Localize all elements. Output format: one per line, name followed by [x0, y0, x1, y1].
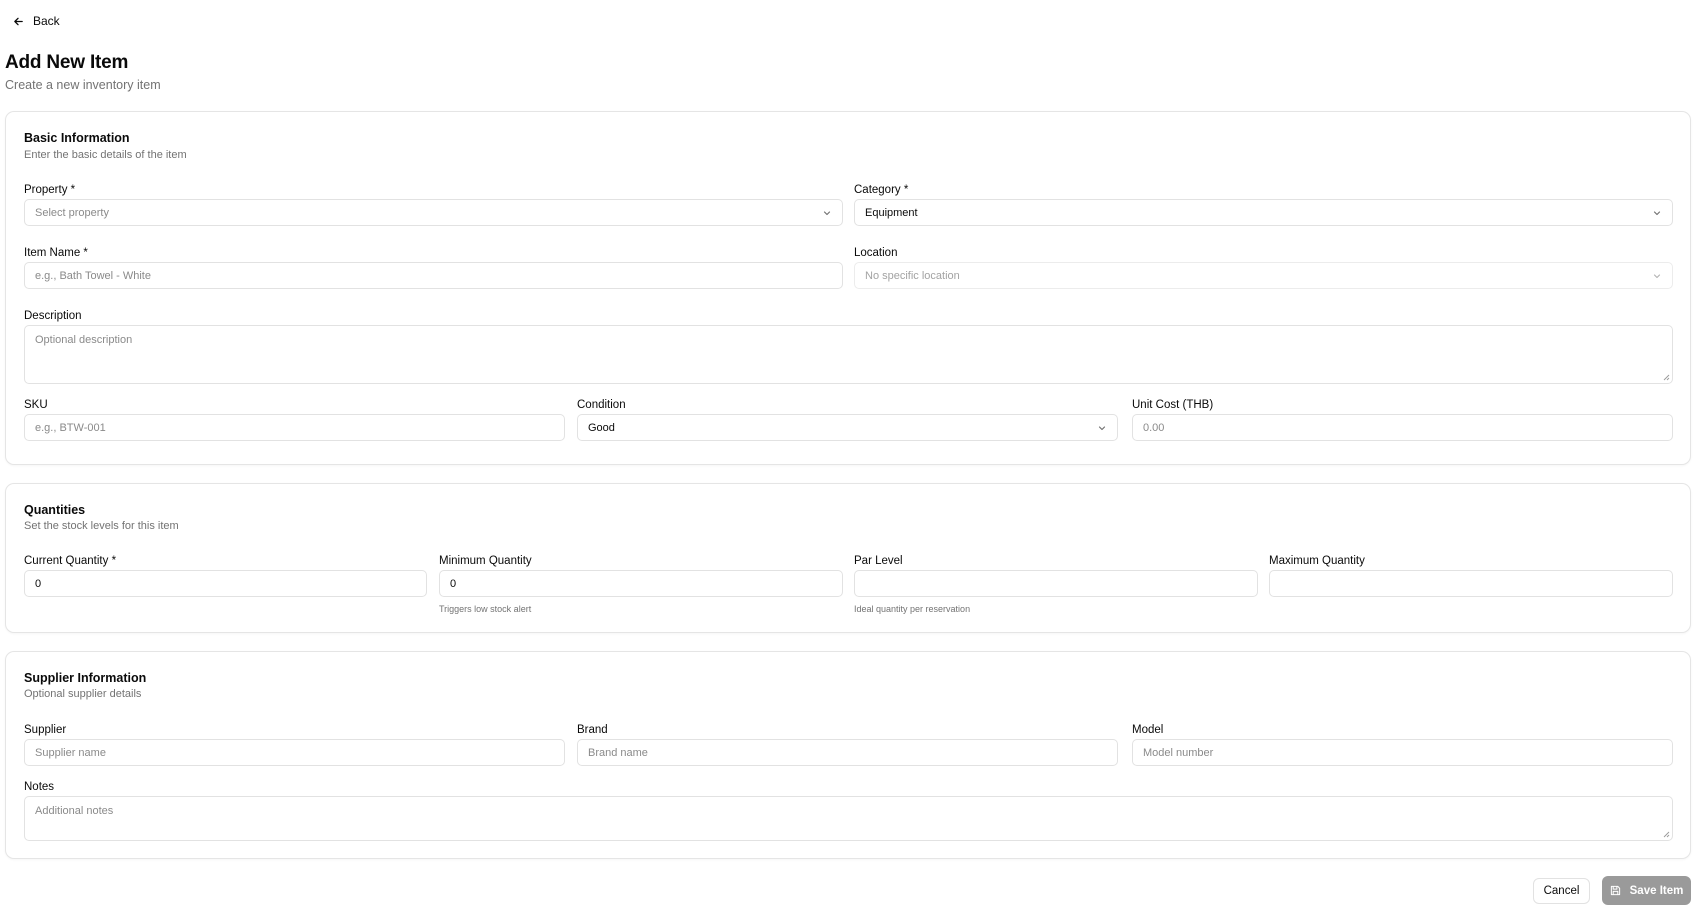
supplier-input[interactable]: Supplier name [24, 739, 565, 766]
property-select-value: Select property [35, 206, 109, 219]
current-quantity-label: Current Quantity * [24, 555, 117, 567]
card-title: Basic Information [24, 131, 130, 145]
unit-cost-label: Unit Cost (THB) [1132, 399, 1214, 411]
back-label: Back [33, 14, 60, 28]
par-level-input[interactable] [854, 570, 1258, 597]
chevron-down-icon [823, 210, 831, 215]
sku-label: SKU [24, 399, 48, 411]
category-select-value: Equipment [865, 206, 918, 219]
supplier-information-card: Supplier Information Optional supplier d… [5, 651, 1691, 859]
supplier-placeholder: Supplier name [35, 746, 106, 759]
page-subtitle: Create a new inventory item [5, 78, 161, 92]
card-description: Set the stock levels for this item [24, 520, 179, 532]
card-description: Enter the basic details of the item [24, 149, 187, 161]
current-quantity-value: 0 [35, 577, 42, 590]
chevron-down-icon [1653, 273, 1661, 278]
item-name-placeholder: e.g., Bath Towel - White [35, 269, 151, 282]
back-link[interactable]: Back [13, 12, 60, 30]
location-select[interactable]: No specific location [854, 262, 1673, 289]
condition-select-value: Good [588, 421, 615, 434]
maximum-quantity-input[interactable] [1269, 570, 1673, 597]
save-item-button[interactable]: Save Item [1602, 876, 1691, 905]
cancel-button[interactable]: Cancel [1533, 878, 1590, 904]
current-quantity-input[interactable]: 0 [24, 570, 427, 597]
minimum-quantity-input[interactable]: 0 [439, 570, 843, 597]
par-level-label: Par Level [854, 555, 903, 567]
brand-label: Brand [577, 724, 608, 736]
property-select[interactable]: Select property [24, 199, 843, 226]
par-level-hint: Ideal quantity per reservation [854, 604, 971, 614]
sku-placeholder: e.g., BTW-001 [35, 421, 106, 434]
notes-textarea[interactable]: Additional notes [24, 796, 1673, 841]
sku-input[interactable]: e.g., BTW-001 [24, 414, 565, 441]
description-textarea[interactable]: Optional description [24, 325, 1673, 384]
description-placeholder: Optional description [35, 334, 133, 346]
location-select-value: No specific location [865, 269, 960, 282]
category-label: Category * [854, 184, 909, 196]
basic-information-card: Basic Information Enter the basic detail… [5, 111, 1691, 465]
card-title: Quantities [24, 503, 86, 517]
unit-cost-placeholder: 0.00 [1143, 421, 1165, 434]
resize-grip-icon[interactable] [1662, 373, 1670, 381]
brand-input[interactable]: Brand name [577, 739, 1118, 766]
model-label: Model [1132, 724, 1164, 736]
brand-placeholder: Brand name [588, 746, 648, 759]
location-label: Location [854, 247, 898, 259]
card-description: Optional supplier details [24, 688, 142, 700]
minimum-quantity-hint: Triggers low stock alert [439, 604, 532, 614]
resize-grip-icon[interactable] [1662, 830, 1670, 838]
model-input[interactable]: Model number [1132, 739, 1673, 766]
card-title: Supplier Information [24, 671, 147, 685]
arrow-left-icon [14, 17, 23, 25]
model-placeholder: Model number [1143, 746, 1214, 759]
notes-label: Notes [24, 781, 55, 793]
property-label: Property * [24, 184, 76, 196]
save-item-label: Save Item [1629, 884, 1684, 897]
maximum-quantity-label: Maximum Quantity [1269, 555, 1365, 567]
item-name-label: Item Name * [24, 247, 88, 259]
save-icon [1610, 885, 1620, 896]
description-label: Description [24, 310, 82, 322]
item-name-input[interactable]: e.g., Bath Towel - White [24, 262, 843, 289]
supplier-label: Supplier [24, 724, 67, 736]
minimum-quantity-label: Minimum Quantity [439, 555, 532, 567]
condition-select[interactable]: Good [577, 414, 1118, 441]
quantities-card: Quantities Set the stock levels for this… [5, 483, 1691, 633]
minimum-quantity-value: 0 [450, 577, 457, 590]
unit-cost-input[interactable]: 0.00 [1132, 414, 1673, 441]
page-title: Add New Item [5, 52, 129, 73]
category-select[interactable]: Equipment [854, 199, 1673, 226]
chevron-down-icon [1098, 425, 1106, 430]
condition-label: Condition [577, 399, 626, 411]
chevron-down-icon [1653, 210, 1661, 215]
notes-placeholder: Additional notes [35, 805, 114, 817]
